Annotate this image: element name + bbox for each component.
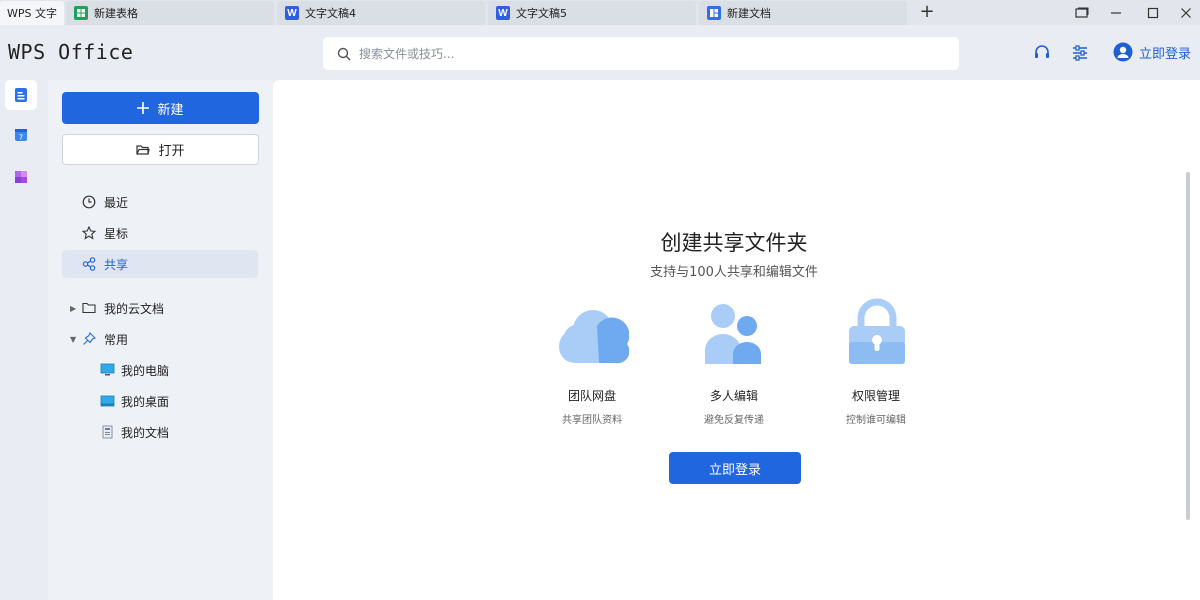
tree-item-label: 常用 (104, 332, 129, 347)
tab-document-4[interactable]: W 文字文稿4 (277, 1, 485, 25)
tree-item-label: 我的文档 (121, 425, 170, 440)
avatar-icon (1113, 42, 1133, 62)
caret-down-icon[interactable]: ▼ (70, 335, 82, 344)
tree-item-label: 我的桌面 (121, 394, 170, 409)
tab-wps-home[interactable]: WPS 文字 (0, 1, 64, 25)
feature-name: 多人编辑 (709, 389, 758, 403)
tab-new-document[interactable]: 新建文档 (699, 1, 907, 25)
rail-apps[interactable] (5, 162, 37, 192)
sidebar-item-label: 最近 (104, 195, 129, 210)
sidebar-item-recent[interactable]: 最近 (62, 188, 258, 216)
login-button[interactable]: 立即登录 (669, 452, 801, 484)
close-icon (1181, 7, 1191, 18)
rail-calendar[interactable]: 7 (5, 120, 37, 150)
plus-icon (137, 102, 150, 114)
tab-label: WPS 文字 (7, 7, 57, 20)
tab-bar: WPS 文字 新建表格 W 文字文稿4 W 文字文稿5 新建文档 + (0, 0, 1200, 25)
login-label: 立即登录 (1139, 46, 1192, 62)
pin-icon (82, 332, 96, 346)
headset-icon (1035, 45, 1049, 58)
tree-item-my-documents[interactable]: 我的文档 (100, 420, 169, 444)
svg-text:7: 7 (19, 134, 23, 142)
header-login-button[interactable]: 立即登录 (1113, 42, 1191, 62)
tab-label: 文字文稿4 (305, 7, 356, 20)
folder-icon (82, 302, 96, 314)
rail-documents[interactable] (5, 80, 37, 110)
window-mode-icon (1075, 7, 1089, 18)
folder-open-icon (136, 144, 151, 155)
feature-desc: 避免反复传递 (704, 415, 764, 426)
new-label: 新建 (157, 102, 184, 118)
main-scrollbar[interactable] (1186, 172, 1190, 520)
minimize-button[interactable] (1096, 0, 1136, 25)
word-icon: W (496, 6, 510, 20)
feature-desc: 控制谁可编辑 (846, 415, 906, 426)
tree-item-label: 我的云文档 (104, 301, 165, 316)
tree-item-my-computer[interactable]: 我的电脑 (100, 358, 169, 382)
feature-name: 权限管理 (851, 389, 900, 403)
tab-spreadsheet[interactable]: 新建表格 (66, 1, 274, 25)
search-box[interactable]: 搜索文件或技巧... (323, 37, 959, 70)
spreadsheet-icon (74, 6, 88, 20)
new-button[interactable]: 新建 (62, 92, 259, 124)
feature-name: 团队网盘 (567, 389, 616, 403)
tab-label: 新建表格 (94, 7, 138, 20)
caret-right-icon[interactable]: ▶ (70, 304, 82, 313)
settings-button[interactable] (1070, 43, 1090, 63)
page-title: 创建共享文件夹 (660, 231, 808, 255)
calendar-icon: 7 (15, 129, 27, 142)
minimize-icon (1111, 11, 1121, 14)
desktop-icon (100, 394, 115, 408)
document-icon (100, 425, 115, 439)
users-icon (705, 304, 761, 364)
document-app-icon (15, 88, 27, 102)
feature-desc: 共享团队资料 (562, 415, 622, 426)
tree-item-cloud-docs[interactable]: ▶ 我的云文档 (70, 296, 164, 320)
search-placeholder: 搜索文件或技巧... (359, 47, 455, 61)
page-subtitle: 支持与100人共享和编辑文件 (650, 265, 818, 280)
lock-icon (849, 298, 905, 364)
apps-icon (15, 171, 27, 183)
tree-item-my-desktop[interactable]: 我的桌面 (100, 389, 169, 413)
doc-icon (707, 6, 721, 20)
clock-icon (82, 195, 96, 209)
maximize-icon (1147, 7, 1159, 18)
cloud-icon (559, 310, 629, 364)
close-button[interactable] (1166, 0, 1200, 25)
customer-service-button[interactable] (1032, 43, 1052, 63)
tree-item-label: 我的电脑 (121, 363, 170, 378)
open-label: 打开 (158, 144, 185, 159)
search-icon (337, 47, 351, 60)
sliders-icon (1073, 45, 1087, 61)
tab-document-5[interactable]: W 文字文稿5 (488, 1, 696, 25)
tab-label: 新建文档 (727, 7, 771, 20)
tree-item-frequent[interactable]: ▼ 常用 (70, 327, 128, 351)
word-icon: W (285, 6, 299, 20)
computer-icon (100, 363, 115, 377)
add-tab-button[interactable]: + (916, 2, 938, 24)
tab-label: 文字文稿5 (516, 7, 567, 20)
wps-office-logo: WPS Office (8, 40, 134, 64)
open-button[interactable]: 打开 (62, 134, 259, 165)
